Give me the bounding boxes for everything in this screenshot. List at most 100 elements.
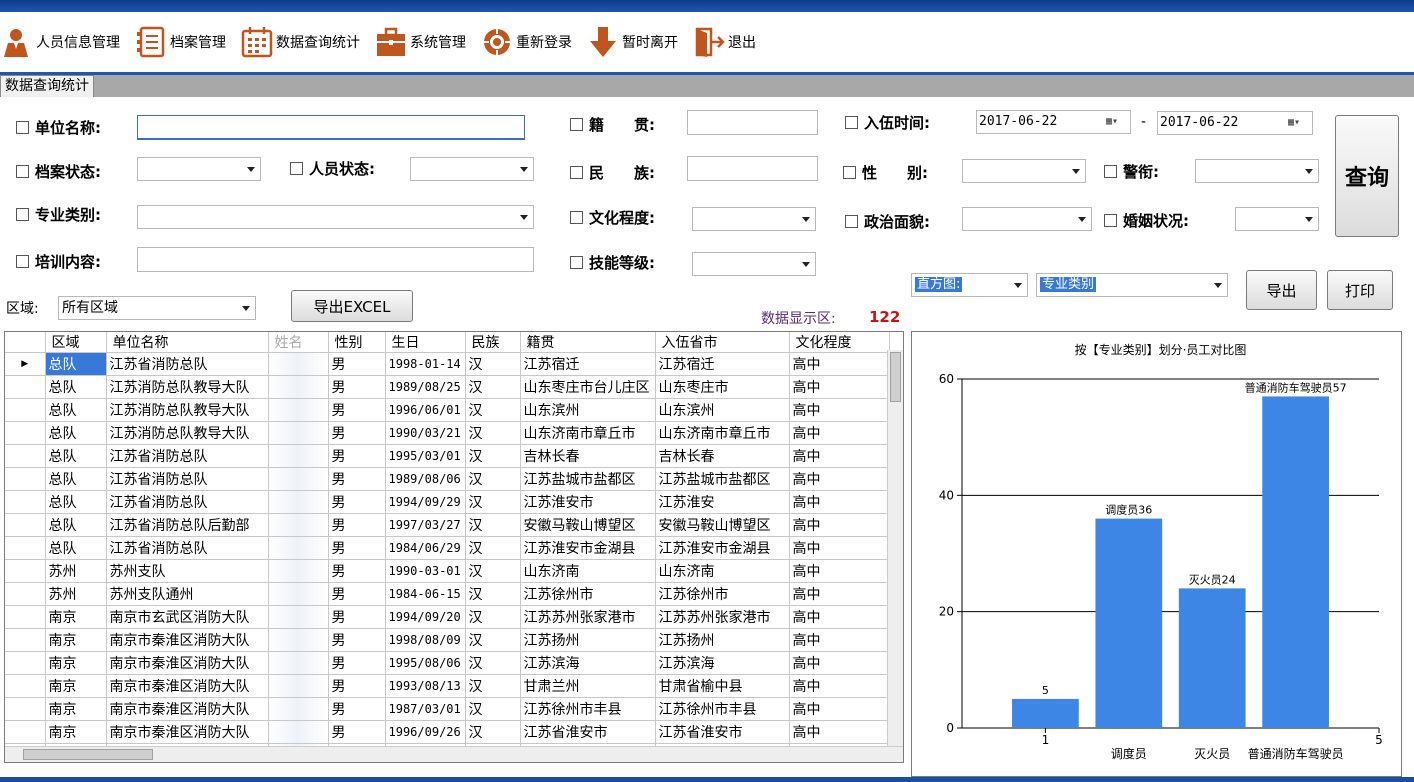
table-cell[interactable]: 总队 [45, 513, 107, 537]
table-row[interactable]: 南京 南京市秦淮区消防大队 男 1993/08/13 汉甘肃兰州 甘肃省榆中县 高中 [5, 674, 890, 698]
table-cell[interactable] [268, 444, 329, 468]
row-header[interactable] [5, 605, 46, 629]
table-cell[interactable]: 安徽马鞍山博望区 [520, 513, 656, 537]
current-row-indicator-icon[interactable]: ▶ [5, 352, 46, 376]
table-cell[interactable]: 江苏盐城市盐都区 [520, 467, 656, 491]
toolbar-item-data-query[interactable]: 数据查询统计 [240, 22, 360, 62]
table-cell[interactable]: 汉 [465, 582, 521, 606]
gender-checkbox[interactable] [843, 166, 856, 179]
table-cell[interactable]: 高中 [789, 651, 890, 675]
row-header[interactable] [5, 697, 46, 721]
table-cell[interactable]: 汉 [465, 490, 521, 514]
table-row[interactable]: 南京 南京市秦淮区消防大队男 1998/08/09 汉江苏扬州 江苏扬州 高中 [5, 628, 890, 652]
table-cell[interactable]: 1995/03/01 [385, 444, 466, 468]
archive-status-checkbox[interactable] [16, 165, 29, 178]
table-cell[interactable]: 男 [328, 720, 386, 744]
column-header[interactable]: 籍贯 [520, 332, 656, 353]
education-select[interactable] [692, 207, 816, 231]
table-cell[interactable]: 高中 [789, 398, 890, 422]
table-cell[interactable] [268, 513, 329, 537]
row-header[interactable] [5, 375, 46, 399]
table-cell[interactable]: 山东枣庄市台儿庄区 [520, 375, 656, 399]
training-input[interactable] [137, 247, 534, 272]
person-status-checkbox[interactable] [290, 162, 303, 175]
row-header[interactable] [5, 628, 46, 652]
table-cell[interactable]: 南京 [45, 720, 107, 744]
major-select[interactable] [137, 205, 534, 229]
region-select[interactable]: 所有区域 [58, 296, 256, 320]
toolbar-item-person-info[interactable]: 人员信息管理 [0, 22, 120, 62]
rank-select[interactable] [1195, 159, 1319, 183]
table-cell[interactable]: 江苏省消防总队后勤部 [106, 513, 269, 537]
table-cell[interactable]: 总队 [45, 490, 107, 514]
row-header[interactable] [5, 421, 46, 445]
enlist-time-checkbox[interactable] [845, 116, 858, 129]
row-header[interactable] [5, 490, 46, 514]
table-cell[interactable]: 1984-06-15 [385, 582, 466, 606]
political-checkbox[interactable] [845, 215, 858, 228]
table-cell[interactable] [268, 352, 329, 376]
table-cell[interactable]: 汉 [465, 651, 521, 675]
table-cell[interactable]: 吉林长春 [520, 444, 656, 468]
table-cell[interactable]: 1987/03/01 [385, 697, 466, 721]
table-cell[interactable]: 江苏淮安 [655, 490, 790, 514]
table-cell[interactable]: 1989/08/25 [385, 375, 466, 399]
row-header[interactable] [5, 444, 46, 468]
query-button[interactable]: 查询 [1335, 115, 1399, 237]
toolbar-item-system[interactable]: 系统管理 [374, 22, 466, 62]
table-cell[interactable]: 江苏徐州市丰县 [655, 697, 790, 721]
nation-checkbox[interactable] [570, 166, 583, 179]
table-cell[interactable]: 男 [328, 444, 386, 468]
table-cell[interactable]: 总队 [45, 536, 107, 560]
table-cell[interactable]: 南京 [45, 628, 107, 652]
vertical-scrollbar[interactable] [887, 350, 903, 746]
political-select[interactable] [962, 207, 1092, 231]
table-cell[interactable]: 江苏扬州 [520, 628, 656, 652]
table-cell[interactable]: 南京市秦淮区消防大队 [106, 720, 269, 744]
row-header[interactable] [5, 674, 46, 698]
table-cell[interactable]: 江苏淮安市金湖县 [520, 536, 656, 560]
table-cell[interactable]: 高中 [789, 375, 890, 399]
table-cell[interactable]: 山东济南 [655, 559, 790, 583]
table-cell[interactable]: 男 [328, 559, 386, 583]
table-cell[interactable]: 汉 [465, 559, 521, 583]
table-cell[interactable] [268, 697, 329, 721]
horizontal-scrollbar[interactable] [5, 746, 903, 762]
table-cell[interactable]: 男 [328, 513, 386, 537]
date-from-picker[interactable]: 2017-06-22 ▦▾ [976, 110, 1131, 134]
table-cell[interactable]: 南京市秦淮区消防大队 [106, 697, 269, 721]
table-cell[interactable]: 1998-01-14 [385, 352, 466, 376]
table-row[interactable]: 总队 江苏消防总队教导大队男 1996/06/01 汉山东滨州 山东滨州 高中 [5, 398, 890, 422]
table-cell[interactable]: 汉 [465, 628, 521, 652]
table-cell[interactable]: 江苏省消防总队 [106, 536, 269, 560]
table-cell[interactable]: 男 [328, 398, 386, 422]
date-to-picker[interactable]: 2017-06-22 ▦▾ [1157, 111, 1313, 135]
unit-name-checkbox[interactable] [16, 121, 29, 134]
table-cell[interactable]: 男 [328, 582, 386, 606]
toolbar-item-archive[interactable]: 档案管理 [134, 22, 226, 62]
table-row[interactable]: 南京 南京市秦淮区消防大队男 1987/03/01 汉江苏徐州市丰县 江苏徐州市丰县 高中 [5, 697, 890, 721]
table-cell[interactable] [268, 421, 329, 445]
table-row[interactable]: 南京 南京市秦淮区消防大队男 1995/08/06 汉江苏滨海 江苏滨海 高中 [5, 651, 890, 675]
table-cell[interactable]: 吉林长春 [655, 444, 790, 468]
gender-select[interactable] [962, 159, 1086, 183]
table-cell[interactable]: 1993/08/13 [385, 674, 466, 698]
table-cell[interactable]: 汉 [465, 352, 521, 376]
table-cell[interactable] [268, 536, 329, 560]
table-cell[interactable]: 山东济南 [520, 559, 656, 583]
table-row[interactable]: 总队 江苏省消防总队男 1995/03/01 汉吉林长春 吉林长春 高中 [5, 444, 890, 468]
table-cell[interactable]: 高中 [789, 628, 890, 652]
table-cell[interactable]: 汉 [465, 467, 521, 491]
table-cell[interactable]: 高中 [789, 605, 890, 629]
export-excel-button[interactable]: 导出EXCEL [291, 290, 413, 322]
table-cell[interactable]: 江苏扬州 [655, 628, 790, 652]
table-cell[interactable]: 江苏盐城市盐都区 [655, 467, 790, 491]
marriage-select[interactable] [1235, 207, 1319, 231]
toolbar-item-relogin[interactable]: 重新登录 [480, 22, 572, 62]
table-cell[interactable]: 高中 [789, 559, 890, 583]
table-cell[interactable]: 1990/03/21 [385, 421, 466, 445]
row-header[interactable] [5, 651, 46, 675]
table-cell[interactable] [268, 628, 329, 652]
table-cell[interactable]: 南京市秦淮区消防大队 [106, 628, 269, 652]
row-header[interactable] [5, 398, 46, 422]
